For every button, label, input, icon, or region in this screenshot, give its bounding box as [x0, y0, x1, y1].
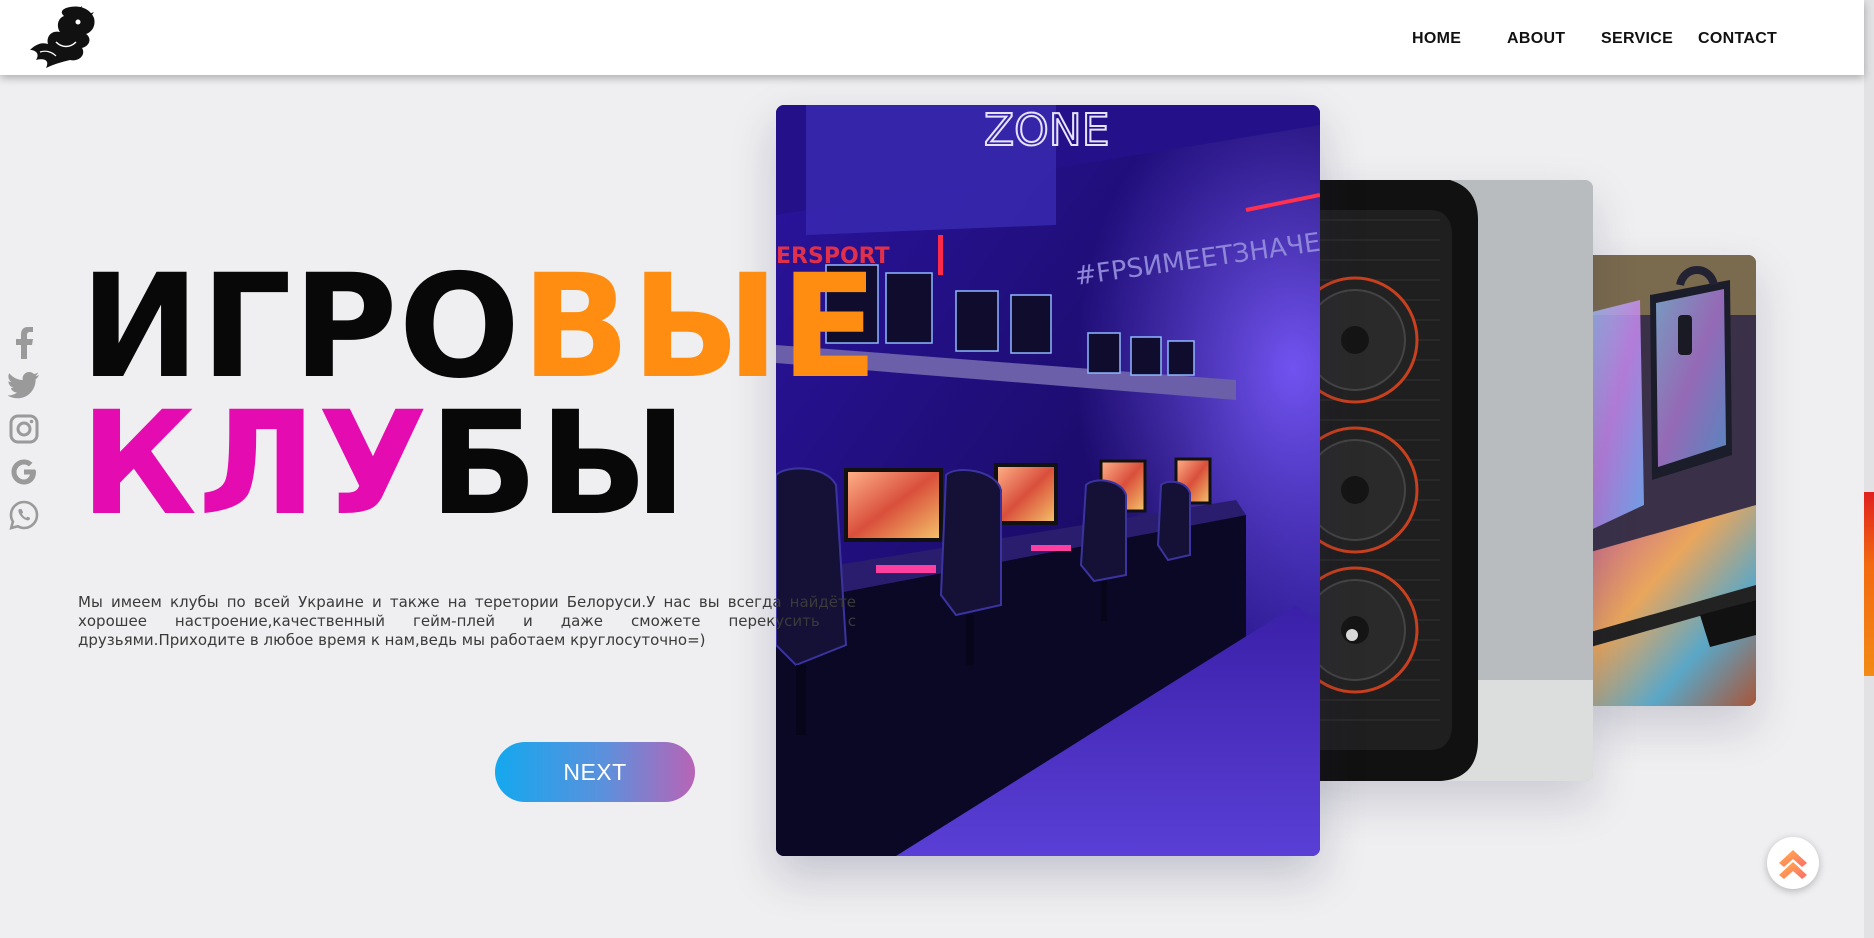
scrollbar-track[interactable] — [1864, 0, 1874, 938]
nav-service[interactable]: SERVICE — [1601, 30, 1673, 48]
double-chevron-up-icon — [1779, 850, 1807, 879]
nav-home[interactable]: HOME — [1412, 30, 1461, 48]
slide-card-pc-case[interactable] — [1300, 180, 1593, 781]
hero-title-line-2-black: БЫ — [428, 380, 689, 547]
instagram-icon[interactable] — [6, 411, 42, 447]
site-header: HOME ABOUT SERVICE CONTACT — [0, 0, 1864, 75]
whatsapp-icon[interactable] — [6, 497, 42, 533]
hero-title-line-2: КЛУБЫ — [80, 392, 879, 535]
hero-title-line-2-magenta: КЛУ — [80, 380, 429, 547]
neon-sign-text: ZONE — [984, 105, 1110, 156]
dragon-logo-icon[interactable] — [26, 2, 98, 69]
nav-contact[interactable]: CONTACT — [1698, 30, 1777, 48]
hero-title: ИГРОВЫЕ КЛУБЫ — [80, 255, 879, 535]
scroll-top-button[interactable] — [1767, 837, 1819, 889]
next-button[interactable]: NEXT — [495, 742, 695, 802]
slide-card-desk[interactable] — [1580, 255, 1756, 706]
nav-about[interactable]: ABOUT — [1507, 30, 1565, 48]
twitter-icon[interactable] — [6, 368, 42, 404]
facebook-icon[interactable] — [6, 325, 42, 361]
google-icon[interactable] — [6, 454, 42, 490]
scrollbar-thumb[interactable] — [1864, 492, 1874, 676]
hero-description: Мы имеем клубы по всей Украине и также н… — [78, 593, 856, 649]
hero-title-line-1: ИГРОВЫЕ — [80, 255, 879, 398]
